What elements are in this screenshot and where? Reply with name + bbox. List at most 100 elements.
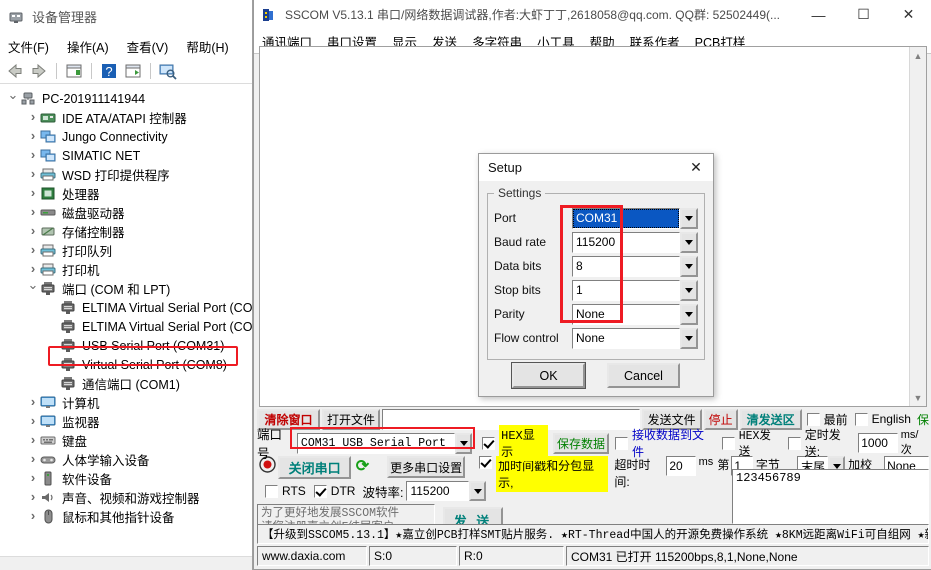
tree-item[interactable]: 监视器 xyxy=(0,412,252,431)
setup-field-label: Baud rate xyxy=(494,235,572,249)
menu-file[interactable]: 文件(F) xyxy=(6,35,51,58)
setup-field-chevron-down-icon[interactable] xyxy=(680,304,698,325)
receive-scrollbar[interactable]: ▲ ▼ xyxy=(909,47,926,406)
menu-view[interactable]: 查看(V) xyxy=(125,35,171,58)
setup-data-bits-select[interactable]: 8 xyxy=(572,256,698,277)
help-icon[interactable]: ? xyxy=(99,61,119,81)
baud-rate-select[interactable]: 115200 xyxy=(406,481,486,501)
forward-icon[interactable] xyxy=(29,61,49,81)
tree-toggle-icon[interactable] xyxy=(26,202,40,223)
hex-send-checkbox[interactable] xyxy=(722,437,735,450)
timed-send-input[interactable]: 1000 xyxy=(858,433,897,453)
cancel-button[interactable]: Cancel xyxy=(607,363,680,388)
setup-field-chevron-down-icon[interactable] xyxy=(680,208,698,229)
minimize-button[interactable]: — xyxy=(796,0,841,30)
status-website[interactable]: www.daxia.com xyxy=(257,546,367,566)
tree-item[interactable]: WSD 打印提供程序 xyxy=(0,165,252,184)
tree-item[interactable]: 端口 (COM 和 LPT) xyxy=(0,279,252,298)
properties-icon[interactable] xyxy=(64,61,84,81)
tree-toggle-icon[interactable] xyxy=(26,240,40,261)
more-serial-settings-button[interactable]: 更多串口设置 xyxy=(387,456,465,478)
port-icon xyxy=(60,357,78,373)
setup-field-chevron-down-icon[interactable] xyxy=(680,328,698,349)
tree-item[interactable]: ELTIMA Virtual Serial Port (CO xyxy=(0,298,252,317)
save-data-button[interactable]: 保存数据 xyxy=(553,433,609,454)
menu-action[interactable]: 操作(A) xyxy=(65,35,111,58)
setup-baud-rate-select[interactable]: 115200 xyxy=(572,232,698,253)
tree-item[interactable]: 打印队列 xyxy=(0,241,252,260)
setup-field-chevron-down-icon[interactable] xyxy=(680,232,698,253)
tree-item[interactable]: 处理器 xyxy=(0,184,252,203)
tree-toggle-icon[interactable] xyxy=(26,107,40,128)
tree-item[interactable]: 鼠标和其他指针设备 xyxy=(0,507,252,526)
tree-item[interactable]: ELTIMA Virtual Serial Port (CO xyxy=(0,317,252,336)
tree-toggle-icon[interactable] xyxy=(26,221,40,242)
timed-send-checkbox[interactable] xyxy=(788,437,801,450)
tree-item[interactable]: 声音、视频和游戏控制器 xyxy=(0,488,252,507)
setup-stop-bits-select[interactable]: 1 xyxy=(572,280,698,301)
tree-item[interactable]: 人体学输入设备 xyxy=(0,450,252,469)
tree-item-usb-serial-port[interactable]: USB Serial Port (COM31) xyxy=(0,336,252,355)
update-driver-icon[interactable] xyxy=(123,61,143,81)
tree-item[interactable]: IDE ATA/ATAPI 控制器 xyxy=(0,108,252,127)
tree-item[interactable]: 键盘 xyxy=(0,431,252,450)
setup-field-chevron-down-icon[interactable] xyxy=(680,256,698,277)
send-text-area[interactable]: 123456789 xyxy=(732,469,929,524)
advertisement-bar[interactable]: 【升级到SSCOM5.13.1】★嘉立创PCB打样SMT贴片服务. ★RT-Th… xyxy=(257,524,929,544)
tree-item[interactable]: 存储控制器 xyxy=(0,222,252,241)
setup-parity-select[interactable]: None xyxy=(572,304,698,325)
device-tree[interactable]: PC-201911141944IDE ATA/ATAPI 控制器Jungo Co… xyxy=(0,86,252,556)
tree-toggle-icon[interactable] xyxy=(6,88,20,109)
english-checkbox[interactable] xyxy=(855,413,868,426)
tree-toggle-icon[interactable] xyxy=(26,164,40,185)
ok-button[interactable]: OK xyxy=(512,363,585,388)
tree-item[interactable]: Virtual Serial Port (COM8) xyxy=(0,355,252,374)
baud-rate-chevron-down-icon[interactable] xyxy=(469,481,486,501)
rts-checkbox[interactable] xyxy=(265,485,278,498)
setup-port-select[interactable]: COM31 xyxy=(572,208,698,229)
open-file-button[interactable]: 打开文件 xyxy=(322,409,380,430)
tree-item[interactable]: Jungo Connectivity xyxy=(0,127,252,146)
tree-item[interactable]: 软件设备 xyxy=(0,469,252,488)
dtr-checkbox[interactable] xyxy=(314,485,327,498)
tree-toggle-icon[interactable] xyxy=(26,145,40,166)
tree-item[interactable]: 磁盘驱动器 xyxy=(0,203,252,222)
port-select[interactable]: COM31 USB Serial Port xyxy=(297,433,472,454)
tree-toggle-icon[interactable] xyxy=(26,278,40,299)
tree-toggle-icon[interactable] xyxy=(26,449,40,470)
close-button[interactable]: ✕ xyxy=(886,0,931,30)
save-label[interactable]: 保 xyxy=(917,411,929,428)
setup-field-chevron-down-icon[interactable] xyxy=(680,280,698,301)
tree-toggle-icon[interactable] xyxy=(26,506,40,527)
topmost-checkbox[interactable] xyxy=(807,413,820,426)
setup-flow-control-select[interactable]: None xyxy=(572,328,698,349)
scroll-down-icon[interactable]: ▼ xyxy=(910,389,926,406)
tree-toggle-icon[interactable] xyxy=(26,392,40,413)
scan-hardware-icon[interactable] xyxy=(158,61,178,81)
tree-item[interactable]: PC-201911141944 xyxy=(0,89,252,108)
port-select-chevron-down-icon[interactable] xyxy=(455,433,472,454)
tree-toggle-icon[interactable] xyxy=(26,487,40,508)
maximize-button[interactable]: ☐ xyxy=(841,0,886,30)
tree-item-label: ELTIMA Virtual Serial Port (CO xyxy=(82,320,252,334)
tree-toggle-icon[interactable] xyxy=(26,126,40,147)
scroll-up-icon[interactable]: ▲ xyxy=(910,47,926,64)
menu-help[interactable]: 帮助(H) xyxy=(184,35,230,58)
baud-rate-label: 波特率: xyxy=(362,482,403,501)
refresh-ports-icon[interactable]: ⟳ xyxy=(356,456,369,476)
tree-item[interactable]: SIMATIC NET xyxy=(0,146,252,165)
tree-item-label: Virtual Serial Port (COM8) xyxy=(82,358,227,372)
tree-item[interactable]: 计算机 xyxy=(0,393,252,412)
hex-display-checkbox[interactable] xyxy=(482,437,495,450)
recv-to-file-checkbox[interactable] xyxy=(615,437,628,450)
timestamp-checkbox[interactable] xyxy=(479,456,492,469)
dtr-label: DTR xyxy=(331,484,356,498)
tree-toggle-icon[interactable] xyxy=(26,468,40,489)
tree-item[interactable]: 通信端口 (COM1) xyxy=(0,374,252,393)
back-icon[interactable] xyxy=(5,61,25,81)
tree-toggle-icon[interactable] xyxy=(26,183,40,204)
port-label: 端口号 xyxy=(257,424,294,462)
tree-toggle-icon[interactable] xyxy=(26,430,40,451)
tree-toggle-icon[interactable] xyxy=(26,411,40,432)
setup-dialog-close-icon[interactable]: ✕ xyxy=(679,154,713,181)
